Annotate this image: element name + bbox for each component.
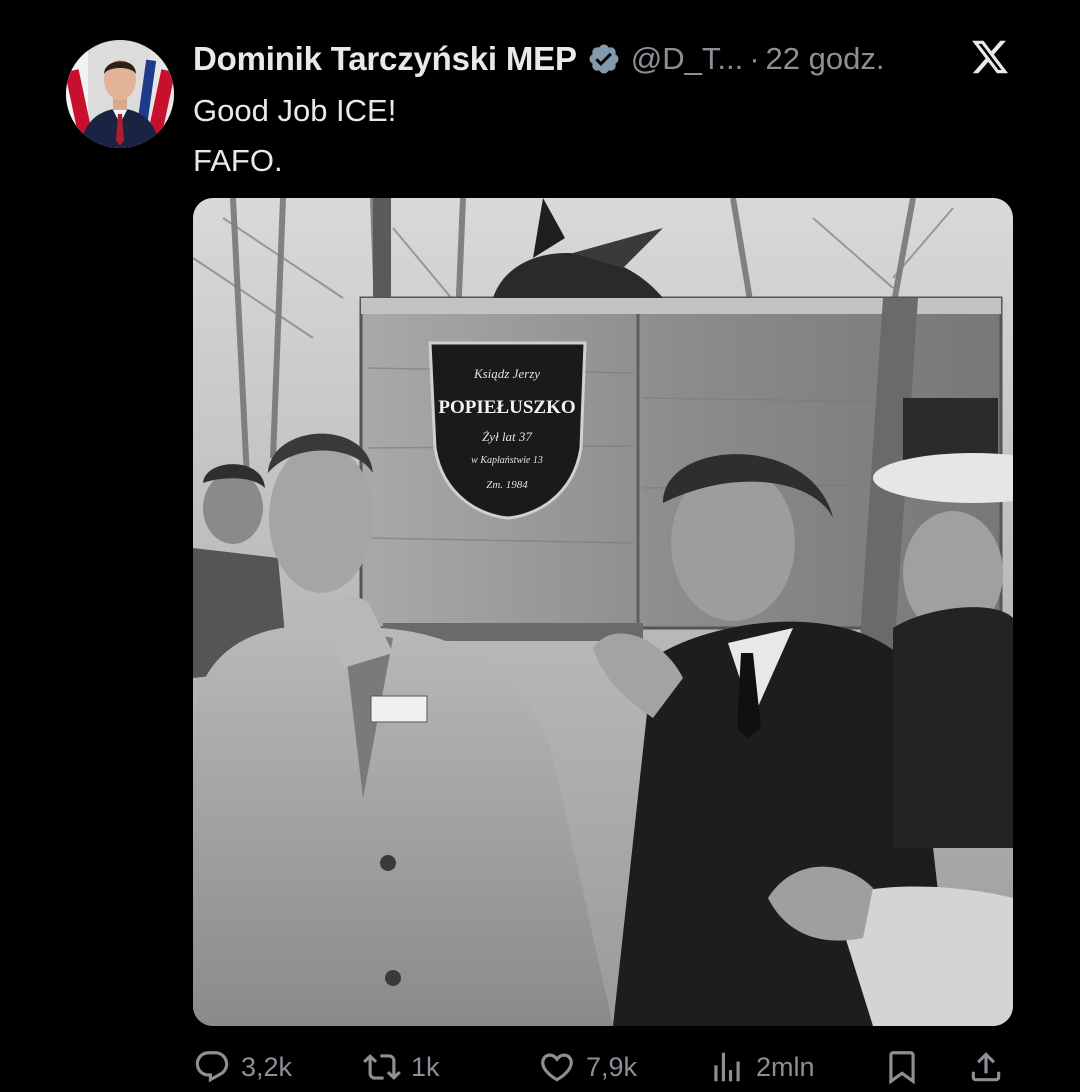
tweet-text: Good Job ICE! FAFO. [193, 86, 396, 186]
plaque-line-1: Ksiądz Jerzy [473, 366, 540, 381]
timestamp[interactable]: 22 godz. [766, 41, 885, 77]
heart-icon [541, 1053, 573, 1082]
bookmark-icon [889, 1051, 915, 1085]
plaque-line-2: POPIEŁUSZKO [438, 397, 575, 418]
bookmark-button[interactable] [883, 1048, 931, 1086]
plaque-line-5: Zm. 1984 [486, 479, 528, 491]
share-button[interactable] [967, 1048, 1015, 1086]
x-logo-icon [970, 37, 1010, 77]
tweet-header: Dominik Tarczyński MEP @D_T... · 22 godz… [193, 36, 1020, 82]
header-separator: · [749, 41, 760, 76]
user-handle[interactable]: @D_T... [631, 41, 743, 77]
repost-icon [363, 1054, 401, 1080]
tweet-action-bar: 3,2k 1k 7,9k 2mln [193, 1044, 1013, 1090]
tweet-media-photo[interactable]: Ksiądz Jerzy POPIEŁUSZKO Żył lat 37 w Ka… [193, 198, 1013, 1026]
reply-button[interactable]: 3,2k [193, 1048, 292, 1086]
tweet-text-line-1: Good Job ICE! [193, 93, 397, 128]
reply-icon [195, 1051, 229, 1083]
plaque-line-3: Żył lat 37 [482, 429, 532, 444]
reply-count: 3,2k [241, 1051, 293, 1082]
views-count: 2mln [756, 1051, 815, 1082]
like-count: 7,9k [586, 1051, 638, 1082]
display-name[interactable]: Dominik Tarczyński MEP [193, 40, 577, 78]
plaque-line-4: w Kapłaństwie 13 [471, 455, 543, 466]
avatar[interactable] [66, 40, 174, 148]
avatar-portrait [66, 40, 174, 148]
views-button[interactable]: 2mln [708, 1048, 815, 1086]
repost-count: 1k [411, 1051, 440, 1082]
views-icon [714, 1052, 740, 1082]
photo-name-badge [370, 695, 428, 723]
verified-badge-icon[interactable] [587, 42, 621, 76]
like-button[interactable]: 7,9k [538, 1048, 637, 1086]
tweet-text-line-2: FAFO. [193, 143, 283, 178]
tweet: Dominik Tarczyński MEP @D_T... · 22 godz… [0, 0, 1080, 1092]
share-icon [971, 1052, 1001, 1082]
repost-button[interactable]: 1k [363, 1048, 440, 1086]
